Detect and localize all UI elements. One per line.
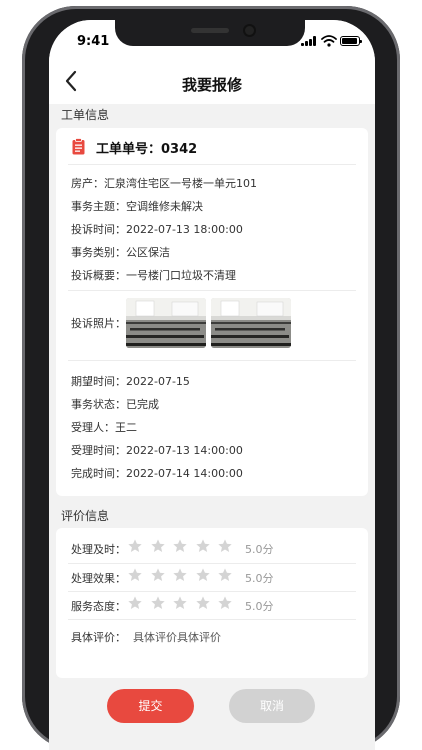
comment-text[interactable]: 具体评价具体评价 xyxy=(133,629,221,645)
field-value: 2022-07-13 18:00:00 xyxy=(126,223,243,236)
star-icon[interactable] xyxy=(217,567,233,583)
field-label: 事务类别： xyxy=(71,246,126,259)
field-label: 受理时间： xyxy=(71,444,126,457)
star-icon[interactable] xyxy=(217,538,233,554)
rating-score: 5.0分 xyxy=(245,543,274,556)
divider xyxy=(68,619,356,620)
rating-label: 服务态度： xyxy=(71,600,126,613)
rating-score: 5.0分 xyxy=(245,572,274,585)
star-icon[interactable] xyxy=(195,567,211,583)
star-icon[interactable] xyxy=(127,595,143,611)
star-icon[interactable] xyxy=(150,538,166,554)
star-icon[interactable] xyxy=(195,538,211,554)
wifi-icon xyxy=(321,35,337,47)
field-value: 已完成 xyxy=(126,398,159,411)
complaint-photo[interactable] xyxy=(126,298,206,348)
field-property: 房产：汇泉湾住宅区一号楼一单元101 xyxy=(71,175,257,191)
divider xyxy=(68,360,356,361)
field-label: 受理人： xyxy=(71,421,115,434)
divider xyxy=(68,563,356,564)
evaluation-card: 处理及时： 5.0分 处理效果： 5.0分 服务态度： 5.0分 具体评价： 具… xyxy=(56,528,368,678)
field-label: 房产： xyxy=(71,177,104,190)
field-value: 2022-07-13 14:00:00 xyxy=(126,444,243,457)
page-title: 我要报修 xyxy=(181,76,242,94)
phone-notch xyxy=(115,20,305,46)
field-accept-time: 受理时间：2022-07-13 14:00:00 xyxy=(71,442,243,458)
star-icon[interactable] xyxy=(195,595,211,611)
field-value: 公区保洁 xyxy=(126,246,170,259)
field-status: 事务状态：已完成 xyxy=(71,396,159,412)
field-label: 完成时间： xyxy=(71,467,126,480)
field-value: 2022-07-15 xyxy=(126,375,190,388)
divider xyxy=(68,591,356,592)
star-icon[interactable] xyxy=(172,538,188,554)
front-camera xyxy=(245,26,254,35)
star-icon[interactable] xyxy=(150,567,166,583)
rating-score: 5.0分 xyxy=(245,600,274,613)
field-value: 王二 xyxy=(115,421,137,434)
field-value: 2022-07-14 14:00:00 xyxy=(126,467,243,480)
field-label: 投诉概要： xyxy=(71,269,126,282)
field-subject: 事务主题：空调维修未解决 xyxy=(71,198,203,214)
field-expected-time: 期望时间：2022-07-15 xyxy=(71,373,190,389)
clipboard-icon xyxy=(72,138,85,155)
cancel-button[interactable]: 取消 xyxy=(229,689,315,723)
speaker-grille xyxy=(191,28,229,33)
field-finish-time: 完成时间：2022-07-14 14:00:00 xyxy=(71,465,243,481)
field-label: 事务状态： xyxy=(71,398,126,411)
star-icon[interactable] xyxy=(217,595,233,611)
field-label: 事务主题： xyxy=(71,200,126,213)
field-category: 事务类别：公区保洁 xyxy=(71,244,170,260)
status-time: 9:41 xyxy=(77,34,110,49)
star-icon[interactable] xyxy=(127,567,143,583)
battery-icon xyxy=(340,36,362,46)
evaluation-section-title: 评价信息 xyxy=(61,509,110,523)
navigation-bar: 我要报修 xyxy=(49,64,375,104)
complaint-photo[interactable] xyxy=(211,298,291,348)
star-icon[interactable] xyxy=(150,595,166,611)
rating-label: 处理及时： xyxy=(71,543,126,556)
star-icon[interactable] xyxy=(172,567,188,583)
field-label: 期望时间： xyxy=(71,375,126,388)
photos-label: 投诉照片： xyxy=(71,317,126,330)
star-icon[interactable] xyxy=(127,538,143,554)
field-value: 汇泉湾住宅区一号楼一单元101 xyxy=(104,177,257,190)
order-number: 工单单号：0342 xyxy=(96,142,198,157)
app-screen: 9:41 我要报修 工单信息 工单单号：0342 房产：汇泉湾住宅区一号楼一单元… xyxy=(49,20,375,750)
field-complaint-time: 投诉时间：2022-07-13 18:00:00 xyxy=(71,221,243,237)
field-value: 空调维修未解决 xyxy=(126,200,203,213)
work-order-card: 工单单号：0342 房产：汇泉湾住宅区一号楼一单元101 事务主题：空调维修未解… xyxy=(56,128,368,496)
work-order-section-title: 工单信息 xyxy=(61,108,110,122)
rating-label: 处理效果： xyxy=(71,572,126,585)
divider xyxy=(68,164,356,165)
cellular-signal-icon xyxy=(301,36,317,46)
divider xyxy=(68,290,356,291)
field-value: 一号楼门口垃圾不清理 xyxy=(126,269,236,282)
field-summary: 投诉概要：一号楼门口垃圾不清理 xyxy=(71,267,236,283)
star-icon[interactable] xyxy=(172,595,188,611)
submit-button[interactable]: 提交 xyxy=(107,689,194,723)
field-handler: 受理人：王二 xyxy=(71,419,137,435)
field-label: 投诉时间： xyxy=(71,223,126,236)
comment-label: 具体评价： xyxy=(71,631,126,644)
